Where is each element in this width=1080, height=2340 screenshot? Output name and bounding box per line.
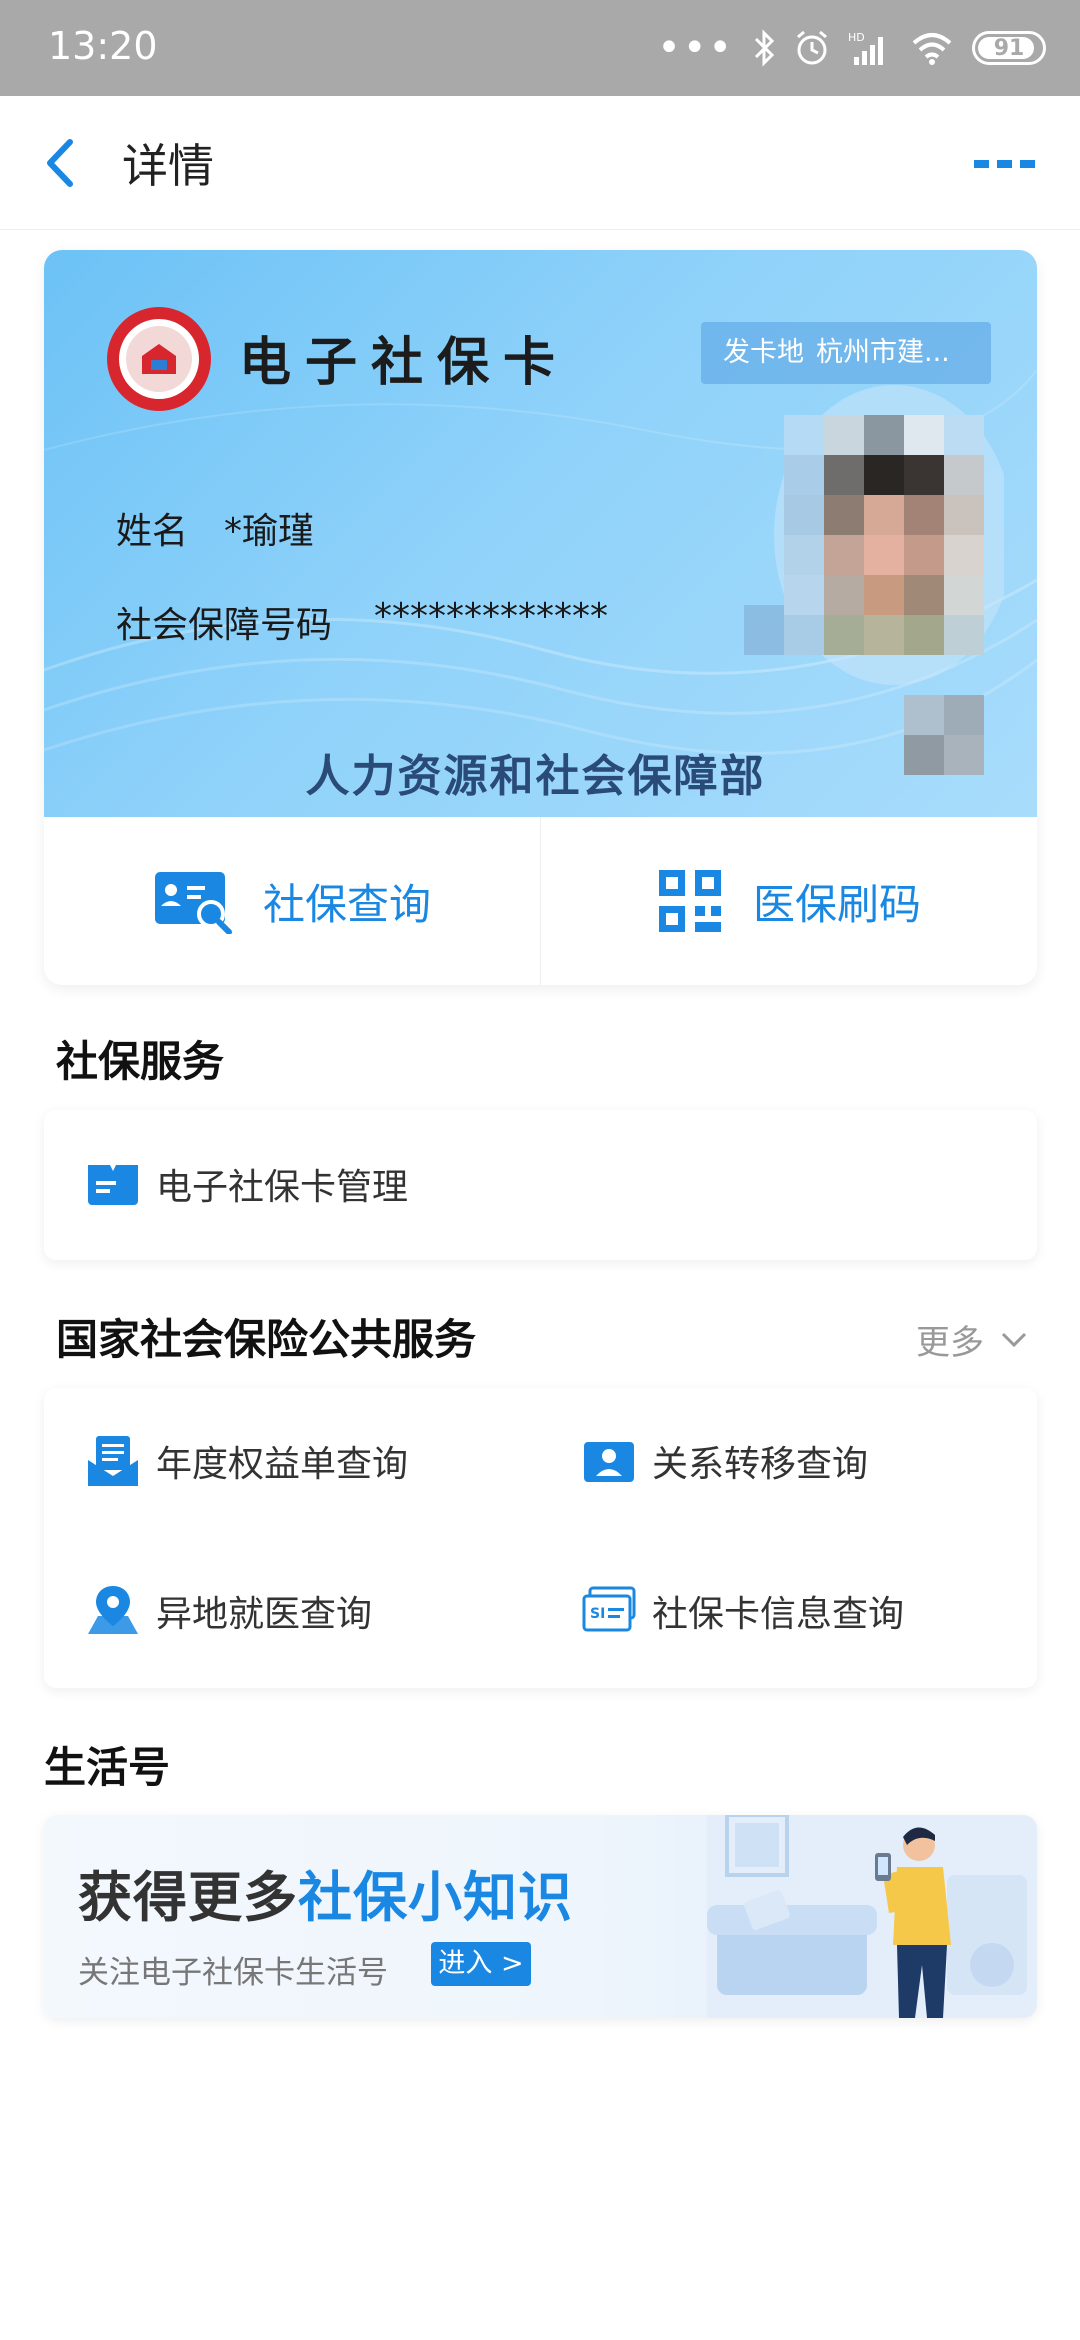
social-security-seal-icon <box>107 307 211 411</box>
section-title-national-services: 国家社会保险公共服务 <box>56 1315 477 1364</box>
card-face[interactable]: 电子社保卡 发卡地 杭州市建... 姓名 *瑜瑾 社会保障号码 *********… <box>44 250 1037 817</box>
ministry-name: 人力资源和社会保障部 <box>305 751 766 802</box>
location-pin-icon <box>88 1586 138 1634</box>
document-icon <box>88 1436 138 1486</box>
medical-insurance-code-button[interactable]: 医保刷码 <box>540 817 1037 985</box>
card-info-query-label: 社保卡信息查询 <box>652 1594 905 1635</box>
offsite-medical-query-label: 异地就医查询 <box>156 1594 373 1635</box>
bluetooth-icon <box>754 29 775 67</box>
signal-icon: HD <box>848 31 883 65</box>
chevron-down-icon <box>1001 1332 1027 1347</box>
battery-level: 91 <box>993 35 1025 61</box>
card-actions: 社保查询 医保刷码 <box>44 817 1037 985</box>
more-notifications-icon: ••• <box>657 25 734 71</box>
social-security-query-label: 社保查询 <box>262 879 431 929</box>
banner-headline-prefix: 获得更多 <box>78 1866 298 1929</box>
svg-text:HD: HD <box>848 31 865 44</box>
qr-code-icon <box>658 870 721 932</box>
banner-headline: 获得更多社保小知识 <box>78 1853 573 1932</box>
alarm-icon <box>797 30 827 65</box>
si-card-icon: SI <box>582 1586 636 1632</box>
relation-transfer-query-item[interactable]: 关系转移查询 <box>580 1432 868 1490</box>
section-title-life-account: 生活号 <box>44 1743 171 1792</box>
ssn-label: 社会保障号码 <box>116 605 333 646</box>
annual-statement-query-item[interactable]: 年度权益单查询 <box>84 1432 408 1490</box>
banner-headline-highlight: 社保小知识 <box>298 1866 573 1929</box>
status-bar: 13:20 ••• HD 91 <box>0 0 1080 96</box>
card-management-label: 电子社保卡管理 <box>156 1167 409 1208</box>
svg-text:SI: SI <box>590 1606 605 1622</box>
status-time: 13:20 <box>48 24 158 68</box>
issue-place-label: 发卡地 <box>723 337 804 368</box>
wifi-icon <box>912 33 952 65</box>
card-title: 电子社保卡 <box>239 332 570 393</box>
life-account-banner[interactable]: 获得更多社保小知识 关注电子社保卡生活号 进入 > <box>44 1815 1037 2018</box>
relation-transfer-query-label: 关系转移查询 <box>652 1444 869 1485</box>
name-value: *瑜瑾 <box>224 511 315 552</box>
battery-icon: 91 <box>972 31 1046 65</box>
card-info-query-item[interactable]: SI 社保卡信息查询 <box>580 1582 904 1640</box>
person-card-icon <box>584 1442 634 1482</box>
ssn-value: ************* <box>374 596 608 637</box>
annual-statement-query-label: 年度权益单查询 <box>156 1444 409 1485</box>
nav-bar: 详情 <box>0 96 1080 230</box>
more-label: 更多 <box>916 1323 984 1363</box>
issue-place-value: 杭州市建... <box>816 337 950 368</box>
name-label: 姓名 <box>116 511 189 552</box>
social-security-card: 电子社保卡 发卡地 杭州市建... 姓名 *瑜瑾 社会保障号码 *********… <box>44 250 1037 985</box>
social-services-panel: 电子社保卡管理 <box>44 1110 1037 1260</box>
card-management-item[interactable]: 电子社保卡管理 <box>84 1155 408 1213</box>
banner-subtitle: 关注电子社保卡生活号 <box>78 1955 388 1991</box>
more-menu-icon[interactable] <box>974 152 1036 174</box>
national-services-more-button[interactable]: 更多 <box>916 1315 1028 1364</box>
card-manage-icon <box>88 1165 138 1205</box>
national-services-panel: 年度权益单查询 关系转移查询 异地就医查询 SI 社保卡信息查询 <box>44 1388 1037 1688</box>
status-icons: ••• HD 91 <box>657 26 1046 70</box>
back-icon[interactable] <box>38 136 88 190</box>
social-security-query-button[interactable]: 社保查询 <box>44 817 540 985</box>
banner-enter-button[interactable]: 进入 > <box>431 1942 531 1986</box>
person-with-phone-illustration <box>707 1815 1037 2018</box>
medical-insurance-code-label: 医保刷码 <box>752 879 921 929</box>
section-title-social-services: 社保服务 <box>56 1037 225 1086</box>
issue-place-badge: 发卡地 杭州市建... <box>701 322 991 384</box>
id-card-search-icon <box>154 872 232 934</box>
page-title: 详情 <box>122 139 214 193</box>
offsite-medical-query-item[interactable]: 异地就医查询 <box>84 1582 372 1640</box>
